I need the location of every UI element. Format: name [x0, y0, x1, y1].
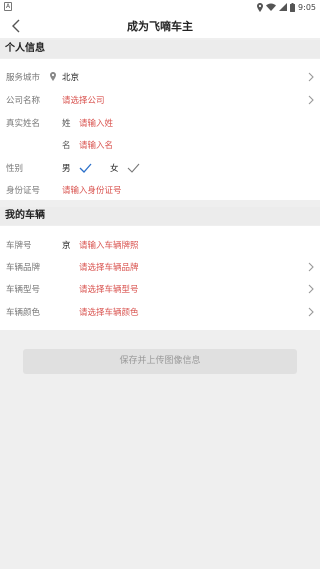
brand-label: 车辆品牌 [6, 263, 41, 273]
given-name-label: 名 [62, 141, 71, 151]
battery-icon [290, 2, 296, 12]
nav-bar: 成为飞嘀车主 [0, 14, 320, 38]
vehicle-form: 车牌号 京 请输入车辆牌照 车辆品牌 请选择车辆品牌 车辆型号 请选择车辆型号 … [0, 226, 320, 330]
surname-row: 真实姓名 姓 请输入姓 [0, 112, 320, 134]
city-row[interactable]: 服务城市 北京 [0, 66, 320, 88]
brand-row[interactable]: 车辆品牌 请选择车辆品牌 [0, 256, 320, 278]
chevron-right-icon [307, 284, 315, 294]
chevron-right-icon [307, 95, 315, 105]
notification-icon: A [4, 2, 12, 11]
gender-row: 性别 男 女 [0, 157, 320, 179]
surname-label: 姓 [62, 119, 71, 129]
gender-option-female[interactable]: 女 [110, 162, 140, 174]
chevron-right-icon [307, 262, 315, 272]
status-icons: 9:05 [257, 1, 316, 13]
checkmark-icon [127, 163, 139, 173]
gender-option-male[interactable]: 男 [62, 162, 92, 174]
given-name-row: 名 请输入名 [0, 134, 320, 156]
company-label: 公司名称 [6, 96, 41, 106]
id-number-row: 身份证号 请输入身份证号 [0, 179, 320, 201]
gender-label: 性别 [6, 164, 24, 174]
status-bar: A 9:05 [0, 0, 320, 14]
real-name-label: 真实姓名 [6, 119, 41, 129]
chevron-right-icon [307, 307, 315, 317]
model-select[interactable]: 请选择车辆型号 [79, 283, 139, 295]
plate-input[interactable]: 请输入车辆牌照 [79, 239, 139, 251]
status-time: 9:05 [298, 2, 316, 12]
id-number-label: 身份证号 [6, 186, 41, 196]
brand-select[interactable]: 请选择车辆品牌 [79, 261, 139, 273]
section-header-vehicle: 我的车辆 [0, 207, 320, 225]
color-select[interactable]: 请选择车辆颜色 [79, 306, 139, 318]
company-select[interactable]: 请选择公司 [62, 94, 105, 106]
location-pin-icon [50, 72, 56, 81]
given-name-input[interactable]: 请输入名 [79, 139, 113, 151]
location-status-icon [257, 2, 264, 12]
model-label: 车辆型号 [6, 285, 41, 295]
color-row[interactable]: 车辆颜色 请选择车辆颜色 [0, 301, 320, 323]
gender-male-label: 男 [62, 164, 71, 174]
section-header-personal: 个人信息 [0, 40, 320, 58]
page-title: 成为飞嘀车主 [127, 20, 193, 33]
plate-label: 车牌号 [6, 241, 32, 251]
save-upload-button[interactable]: 保存并上传图像信息 [23, 349, 297, 374]
wifi-icon [266, 3, 277, 11]
plate-prefix-select[interactable]: 京 [62, 239, 71, 251]
personal-form: 服务城市 北京 公司名称 请选择公司 真实姓名 姓 请输入姓 名 请输入名 性别… [0, 59, 320, 200]
surname-input[interactable]: 请输入姓 [79, 117, 113, 129]
city-value: 北京 [62, 73, 80, 83]
checkmark-icon [79, 163, 92, 173]
model-row[interactable]: 车辆型号 请选择车辆型号 [0, 278, 320, 300]
color-label: 车辆颜色 [6, 308, 41, 318]
company-row[interactable]: 公司名称 请选择公司 [0, 89, 320, 111]
chevron-right-icon [307, 72, 315, 82]
plate-row: 车牌号 京 请输入车辆牌照 [0, 234, 320, 256]
signal-icon [279, 3, 288, 11]
gender-female-label: 女 [110, 164, 119, 174]
id-number-input[interactable]: 请输入身份证号 [62, 184, 122, 196]
city-label: 服务城市 [6, 73, 41, 83]
